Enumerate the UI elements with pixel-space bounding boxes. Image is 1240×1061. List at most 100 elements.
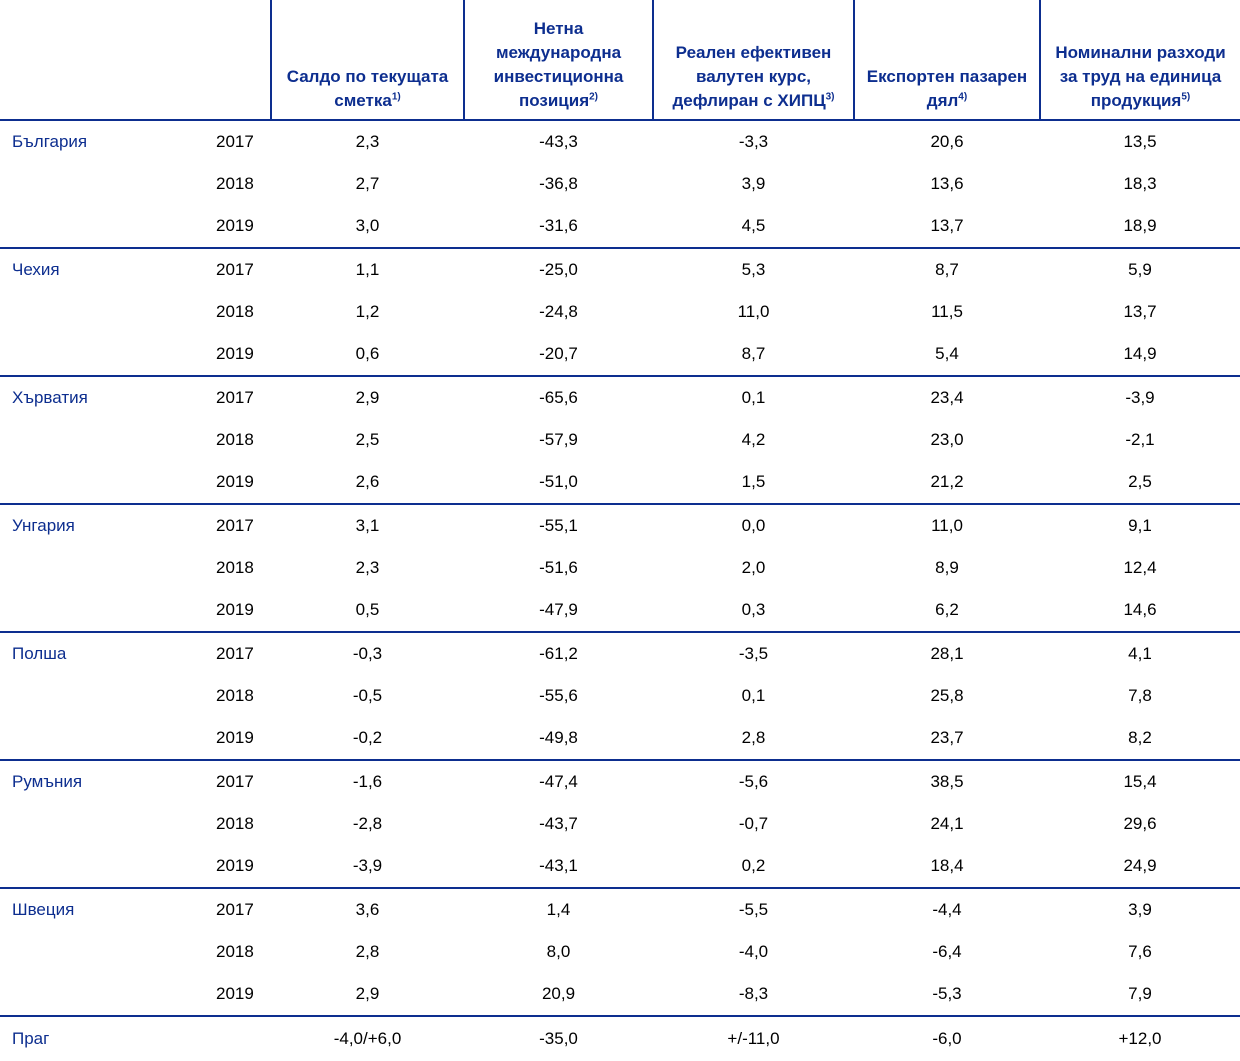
- cell-unit-labour-cost: 15,4: [1123, 772, 1157, 791]
- cell-reer: -3,5: [738, 644, 769, 663]
- country-name: Чехия: [12, 260, 60, 279]
- cell-unit-labour-cost: 3,9: [1128, 900, 1152, 919]
- threshold-cell-current-account: -4,0/+6,0: [333, 1029, 402, 1048]
- cell-export-market-share: -4,4: [932, 900, 962, 919]
- cell-unit-labour-cost: 7,9: [1040, 973, 1240, 1017]
- cell-unit-labour-cost: -3,9: [1125, 388, 1155, 407]
- country-name: [0, 163, 185, 205]
- cell-reer: 4,5: [653, 205, 854, 249]
- country-name: Румъния: [12, 772, 83, 791]
- cell-current-account: -0,5: [352, 686, 383, 705]
- table-row: 2019 0,6 -20,7 8,7 5,4 14,9: [0, 333, 1240, 377]
- country-name: [0, 675, 185, 717]
- country-name: [0, 973, 185, 1017]
- year-cell: 2018: [216, 558, 254, 577]
- cell-current-account: 0,5: [271, 589, 464, 633]
- cell-current-account: 2,3: [355, 132, 380, 151]
- cell-unit-labour-cost: 13,7: [1123, 302, 1157, 321]
- cell-export-market-share: 21,2: [854, 461, 1040, 505]
- country-name: [0, 547, 185, 589]
- cell-export-market-share: 8,7: [935, 260, 959, 279]
- cell-reer: 0,2: [653, 845, 854, 889]
- cell-reer: 0,3: [653, 589, 854, 633]
- cell-reer: -3,3: [738, 132, 769, 151]
- cell-unit-labour-cost: 4,1: [1128, 644, 1152, 663]
- table-row: 2019 -3,9 -43,1 0,2 18,4 24,9: [0, 845, 1240, 889]
- year-cell: 2019: [185, 461, 271, 505]
- year-cell: 2018: [216, 686, 254, 705]
- cell-current-account: 0,6: [271, 333, 464, 377]
- year-cell: 2017: [216, 132, 254, 151]
- year-cell: 2019: [185, 717, 271, 761]
- cell-unit-labour-cost: 8,2: [1040, 717, 1240, 761]
- cell-reer: 2,0: [741, 558, 766, 577]
- cell-niip: -47,4: [539, 772, 578, 791]
- cell-reer: 1,5: [653, 461, 854, 505]
- header-year-blank: [185, 0, 271, 121]
- table-row: Полша 2017 -0,3 -61,2 -3,5 28,1 4,1: [0, 632, 1240, 675]
- cell-unit-labour-cost: -2,1: [1125, 430, 1155, 449]
- threshold-year-blank: [185, 1016, 271, 1061]
- cell-export-market-share: 13,6: [930, 174, 964, 193]
- cell-current-account: 2,6: [271, 461, 464, 505]
- country-name: [0, 333, 185, 377]
- cell-unit-labour-cost: 14,9: [1040, 333, 1240, 377]
- cell-reer: 2,8: [653, 717, 854, 761]
- cell-niip: 1,4: [546, 900, 571, 919]
- cell-export-market-share: 24,1: [930, 814, 964, 833]
- year-cell: 2017: [216, 516, 254, 535]
- cell-niip: 8,0: [546, 942, 571, 961]
- cell-reer: -0,7: [738, 814, 769, 833]
- cell-current-account: -3,9: [271, 845, 464, 889]
- year-cell: 2018: [216, 430, 254, 449]
- year-cell: 2019: [185, 845, 271, 889]
- cell-export-market-share: 5,4: [854, 333, 1040, 377]
- cell-niip: -43,1: [464, 845, 653, 889]
- year-cell: 2019: [185, 973, 271, 1017]
- cell-reer: -5,5: [738, 900, 769, 919]
- cell-export-market-share: 23,7: [854, 717, 1040, 761]
- year-cell: 2017: [216, 388, 254, 407]
- cell-current-account: 3,1: [355, 516, 380, 535]
- cell-niip: -55,1: [539, 516, 578, 535]
- cell-export-market-share: 11,0: [931, 516, 963, 535]
- header-niip: Нетна международна инвестиционна позиция…: [463, 0, 653, 121]
- cell-unit-labour-cost: 14,6: [1040, 589, 1240, 633]
- cell-current-account: 3,6: [355, 900, 380, 919]
- cell-export-market-share: 13,7: [854, 205, 1040, 249]
- cell-current-account: -1,6: [352, 772, 383, 791]
- threshold-cell-niip: -35,0: [539, 1029, 578, 1048]
- cell-unit-labour-cost: 29,6: [1123, 814, 1157, 833]
- header-reer: Реален ефективен валутен курс, дефлиран …: [652, 0, 854, 121]
- threshold-cell-export-market-share: -6,0: [932, 1029, 962, 1048]
- year-cell: 2018: [216, 814, 254, 833]
- cell-niip: 20,9: [464, 973, 653, 1017]
- header-current-account: Салдо по текущата сметка1): [270, 0, 464, 121]
- table-row: 2018 2,7 -36,8 3,9 13,6 18,3: [0, 163, 1240, 205]
- country-name: [0, 803, 185, 845]
- cell-niip: -43,3: [539, 132, 578, 151]
- country-name: [0, 291, 185, 333]
- cell-unit-labour-cost: 7,8: [1128, 686, 1152, 705]
- cell-niip: -43,7: [539, 814, 578, 833]
- table-row: 2018 -0,5 -55,6 0,1 25,8 7,8: [0, 675, 1240, 717]
- cell-export-market-share: 6,2: [854, 589, 1040, 633]
- cell-reer: 5,3: [741, 260, 766, 279]
- cell-niip: -61,2: [539, 644, 578, 663]
- country-name: [0, 717, 185, 761]
- header-country-blank: [0, 0, 185, 121]
- cell-export-market-share: 8,9: [935, 558, 959, 577]
- cell-niip: -20,7: [464, 333, 653, 377]
- table-row: 2019 0,5 -47,9 0,3 6,2 14,6: [0, 589, 1240, 633]
- cell-unit-labour-cost: 24,9: [1040, 845, 1240, 889]
- cell-niip: -57,9: [539, 430, 578, 449]
- cell-unit-labour-cost: 13,5: [1123, 132, 1157, 151]
- indicator-table-page: Салдо по текущата сметка1) Нетна междуна…: [0, 0, 1240, 1048]
- country-name: [0, 461, 185, 505]
- year-cell: 2018: [216, 174, 254, 193]
- cell-current-account: 2,7: [355, 174, 380, 193]
- table-row: България 2017 2,3 -43,3 -3,3 20,6 13,5: [0, 120, 1240, 163]
- cell-reer: 3,9: [741, 174, 766, 193]
- cell-current-account: 3,0: [271, 205, 464, 249]
- cell-niip: -25,0: [539, 260, 578, 279]
